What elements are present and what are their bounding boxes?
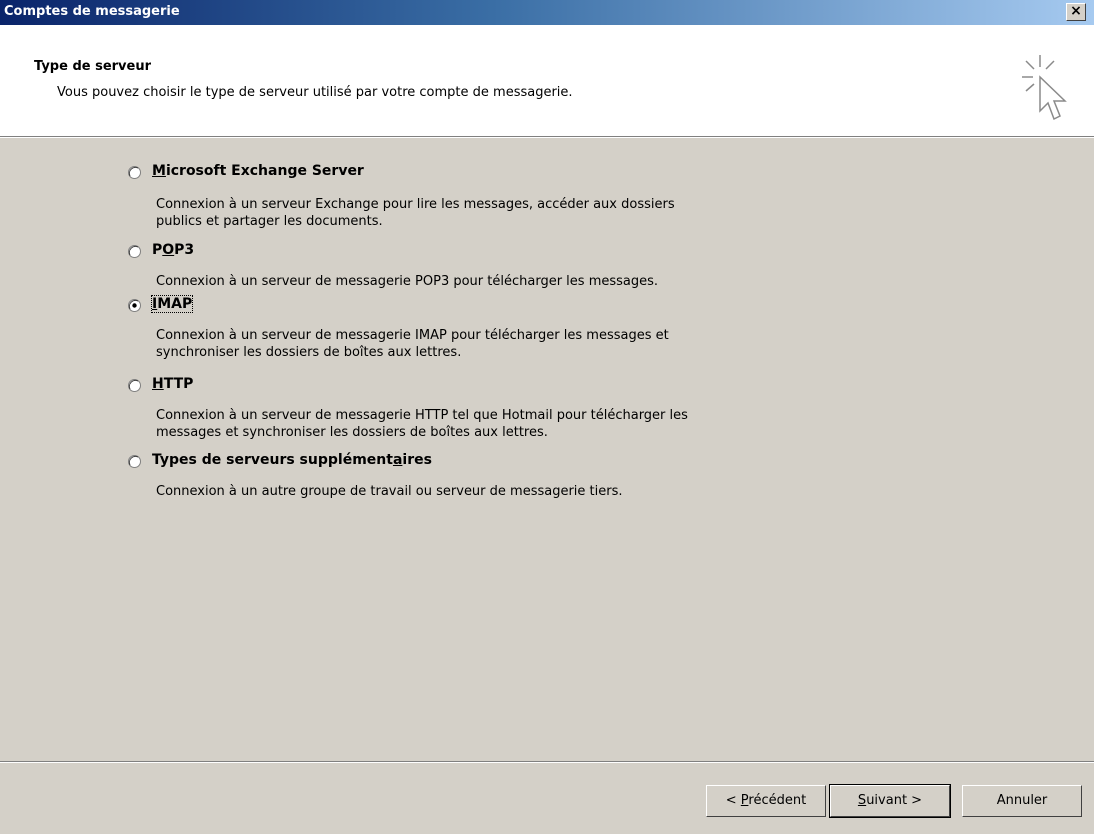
page-title: Type de serveur [34, 59, 152, 74]
window-title: Comptes de messagerie [4, 4, 180, 19]
close-button[interactable]: × [1066, 3, 1086, 21]
footer-divider-highlight [0, 762, 1094, 763]
option-label-imap[interactable]: IMAP [150, 295, 194, 313]
option-label-pop3[interactable]: POP3 [152, 242, 194, 258]
option-label-additional-types[interactable]: Types de serveurs supplémentaires [152, 452, 432, 468]
option-desc-http: Connexion à un serveur de messagerie HTT… [156, 408, 688, 440]
option-desc-exchange: Connexion à un serveur Exchange pour lir… [156, 197, 675, 229]
option-label-http[interactable]: HTTP [152, 376, 193, 392]
radio-http[interactable] [128, 379, 141, 392]
option-desc-additional-types: Connexion à un autre groupe de travail o… [156, 484, 623, 499]
option-desc-pop3: Connexion à un serveur de messagerie POP… [156, 274, 659, 289]
cancel-button[interactable]: Annuler [962, 785, 1082, 817]
close-icon: × [1070, 3, 1082, 19]
title-bar[interactable]: Comptes de messagerie × [0, 0, 1094, 25]
wizard-header: Type de serveur Vous pouvez choisir le t… [0, 25, 1094, 137]
radio-exchange[interactable] [128, 166, 141, 179]
option-desc-imap: Connexion à un serveur de messagerie IMA… [156, 328, 669, 360]
cancel-button-label: Annuler [996, 793, 1048, 808]
radio-pop3[interactable] [128, 245, 141, 258]
radio-imap[interactable] [128, 299, 141, 312]
cursor-sparkle-icon [1022, 55, 1067, 121]
dialog-window: Comptes de messagerie × Type de serveur … [0, 0, 1094, 834]
header-divider [0, 137, 1094, 138]
next-button[interactable]: Suivant > [829, 784, 951, 818]
page-subtitle: Vous pouvez choisir le type de serveur u… [57, 85, 573, 100]
option-label-exchange[interactable]: Microsoft Exchange Server [152, 163, 364, 179]
radio-additional-types[interactable] [128, 455, 141, 468]
back-button[interactable]: < Précédent [706, 785, 826, 817]
